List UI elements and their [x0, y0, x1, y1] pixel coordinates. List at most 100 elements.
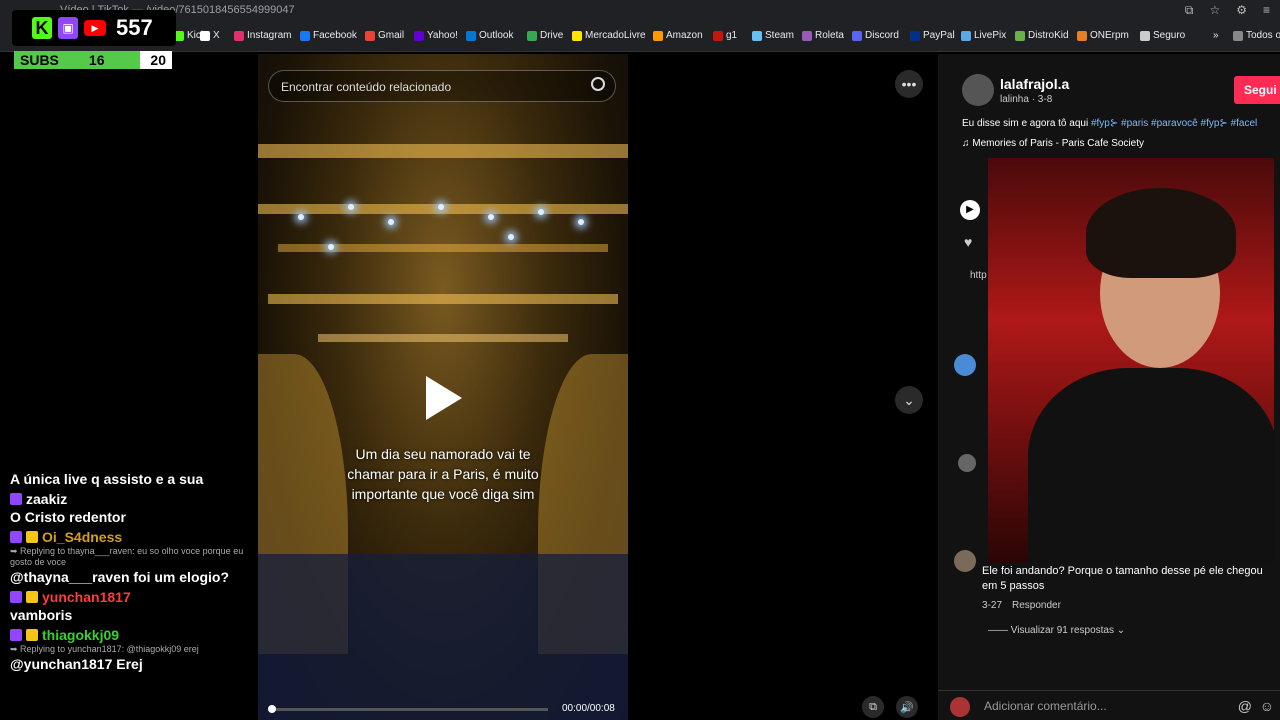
youtube-icon: ▶	[84, 20, 106, 36]
bookmark-item[interactable]: Discord	[852, 30, 899, 41]
chat-username[interactable]: yunchan1817	[42, 588, 131, 606]
avatar[interactable]	[954, 354, 976, 376]
bookmark-item[interactable]: Instagram	[234, 30, 291, 41]
miniplayer-icon[interactable]: ⧉	[862, 696, 884, 718]
subs-goal: 20	[150, 52, 166, 68]
bookmark-item[interactable]: Gmail	[365, 30, 404, 41]
bookmark-label: Seguro	[1153, 30, 1186, 41]
music-link[interactable]: ♫ Memories of Paris - Paris Cafe Society	[962, 138, 1144, 149]
bookmark-item[interactable]: g1	[713, 30, 737, 41]
reply-button[interactable]: Responder	[1012, 600, 1061, 611]
follow-button[interactable]: Segui	[1234, 76, 1280, 104]
bookmark-icon	[1233, 30, 1243, 41]
chat-username[interactable]: zaakiz	[26, 490, 67, 508]
chat-message: Oi_S4dness ➥ Replying to thayna___raven: …	[10, 528, 260, 586]
bookmark-icon	[1200, 30, 1210, 41]
browser-tools: ⧉ ☆ ⚙ ≡	[1185, 3, 1270, 18]
bookmark-item[interactable]: MercadoLivre	[572, 30, 646, 41]
bookmark-item[interactable]: ONErpm	[1077, 30, 1129, 41]
bookmark-item[interactable]: Drive	[527, 30, 563, 41]
bookmark-item[interactable]: DistroKid	[1015, 30, 1069, 41]
more-options-icon[interactable]: •••	[895, 70, 923, 98]
chat-text: O Cristo redentor	[10, 509, 126, 525]
webcam-body	[1028, 368, 1274, 563]
avatar[interactable]	[962, 74, 994, 106]
bookmark-label: Gmail	[378, 30, 405, 41]
search-placeholder: Encontrar conteúdo relacionado	[281, 80, 452, 94]
subs-label: SUBS	[20, 52, 59, 68]
bookmark-item[interactable]: Steam	[752, 30, 794, 41]
video-description: Eu disse sim e agora tô aqui #fyp⊱ #pari…	[962, 118, 1257, 129]
bookmark-item[interactable]: X	[200, 30, 220, 41]
webcam-hair	[1086, 188, 1236, 278]
bookmark-icon	[752, 30, 762, 41]
star-icon[interactable]: ☆	[1209, 3, 1220, 18]
bookmark-label: ONErpm	[1090, 30, 1129, 41]
volume-icon[interactable]: 🔊	[896, 696, 918, 718]
bookmark-label: Yahoo!	[427, 30, 458, 41]
video-progress-bar[interactable]	[268, 705, 548, 713]
description-tags[interactable]: #fyp⊱ #paris #paravocê #fyp⊱ #facel	[1091, 118, 1257, 129]
emoji-icon[interactable]: ☺	[1260, 698, 1274, 714]
bookmark-item[interactable]: Yahoo!	[414, 30, 458, 41]
video-caption: Um dia seu namorado vai te chamar para i…	[347, 446, 539, 502]
description-text: Eu disse sim e agora tô aqui	[962, 118, 1091, 129]
bookmark-label: MercadoLivre	[585, 30, 646, 41]
related-search-input[interactable]: Encontrar conteúdo relacionado	[268, 70, 616, 102]
extensions-icon[interactable]: ⚙	[1236, 3, 1247, 18]
bookmarks-bar: Kick X Instagram Facebook Gmail Yahoo! Outlook…	[0, 22, 1280, 52]
bookmark-item[interactable]: LivePix	[961, 30, 1006, 41]
next-video-icon[interactable]: ⌄	[895, 386, 923, 414]
viewer-count: 557	[116, 15, 153, 40]
search-icon[interactable]	[591, 77, 605, 91]
bookmark-label: Facebook	[313, 30, 357, 41]
twitch-badge-icon	[10, 629, 22, 641]
comment-meta: 3-27 Responder	[982, 600, 1061, 611]
chat-text: A única live q assisto e a sua	[10, 471, 204, 487]
kick-icon: K	[32, 17, 52, 39]
author-username[interactable]: lalafrajol.a	[1000, 76, 1069, 92]
bookmark-item[interactable]: Roleta	[802, 30, 844, 41]
chat-reply-context: ➥ Replying to thayna___raven: eu so olho…	[10, 546, 244, 567]
bookmark-icon	[910, 30, 920, 41]
link-text[interactable]: http	[970, 270, 987, 281]
chat-username[interactable]: thiagokkj09	[42, 626, 119, 644]
avatar	[950, 697, 970, 717]
bookmark-label: Instagram	[247, 30, 292, 41]
bookmark-item[interactable]: Amazon	[653, 30, 703, 41]
bookmark-label: X	[213, 30, 220, 41]
chat-text: @thayna___raven foi um elogio?	[10, 569, 230, 585]
bookmark-item[interactable]: Outlook	[466, 30, 513, 41]
chat-reply-context: ➥ Replying to yunchan1817: @thiagokkj09 …	[10, 644, 199, 654]
play-icon[interactable]: ▶	[960, 200, 980, 220]
bookmark-item[interactable]: Todos o	[1233, 30, 1280, 41]
play-icon[interactable]	[426, 376, 462, 420]
bookmark-item[interactable]: Facebook	[300, 30, 357, 41]
bookmark-label: g1	[726, 30, 738, 41]
twitch-badge-icon	[10, 531, 22, 543]
bookmark-item[interactable]: Seguro	[1140, 30, 1185, 41]
video-player[interactable]: Encontrar conteúdo relacionado Um dia se…	[258, 54, 628, 720]
bookmark-icon	[300, 30, 310, 41]
subs-progress-fill: SUBS 16	[14, 51, 141, 69]
video-time: 00:00/00:08	[562, 703, 615, 714]
bookmark-item[interactable]: PayPal	[910, 30, 955, 41]
install-icon[interactable]: ⧉	[1185, 3, 1194, 18]
bookmark-icon	[527, 30, 537, 41]
bookmark-icon	[961, 30, 971, 41]
bookmark-icon	[852, 30, 862, 41]
bookmark-item[interactable]: »	[1200, 30, 1219, 41]
heart-icon[interactable]: ♥	[964, 234, 972, 250]
viewer-counter: K ▣ ▶ 557	[12, 10, 176, 46]
progress-handle[interactable]	[268, 705, 276, 713]
chat-username[interactable]: Oi_S4dness	[42, 528, 122, 546]
avatar[interactable]	[954, 550, 976, 572]
comment-input[interactable]: Adicionar comentário... @ ☺	[938, 690, 1280, 720]
menu-icon[interactable]: ≡	[1263, 3, 1270, 18]
subs-goal-bar: SUBS 16 20	[14, 51, 172, 69]
view-replies-button[interactable]: —— Visualizar 91 respostas ⌄	[988, 625, 1125, 636]
avatar[interactable]	[958, 454, 976, 472]
chat-message: yunchan1817 vamboris	[10, 588, 260, 624]
bookmark-icon	[653, 30, 663, 41]
mention-icon[interactable]: @	[1238, 698, 1252, 714]
